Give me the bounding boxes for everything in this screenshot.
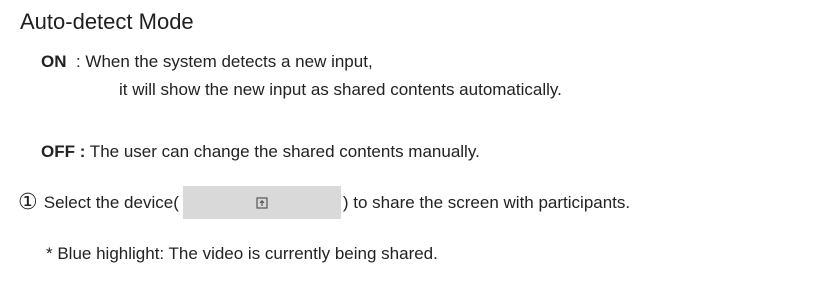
on-label: ON [41, 52, 67, 71]
on-text-line2: it will show the new input as shared con… [119, 80, 562, 99]
note-text: * Blue highlight: The video is currently… [46, 244, 438, 263]
step-text-before: Select the device( [43, 192, 179, 212]
page-title: Auto-detect Mode [20, 9, 194, 34]
on-text-line1: When the system detects a new input, [85, 52, 373, 71]
on-description: ON : When the system detects a new input… [41, 51, 373, 73]
device-button[interactable] [182, 186, 341, 219]
on-separator: : [66, 52, 86, 71]
step-number: ① [18, 189, 38, 215]
off-text: The user can change the shared contents … [85, 142, 480, 161]
step-text-after: ) to share the screen with participants. [342, 192, 631, 212]
off-label: OFF : [41, 142, 86, 161]
step-instruction: ① Select the device( ) to share the scre… [18, 186, 630, 219]
off-description: OFF : The user can change the shared con… [41, 141, 480, 163]
share-screen-icon [256, 196, 268, 209]
